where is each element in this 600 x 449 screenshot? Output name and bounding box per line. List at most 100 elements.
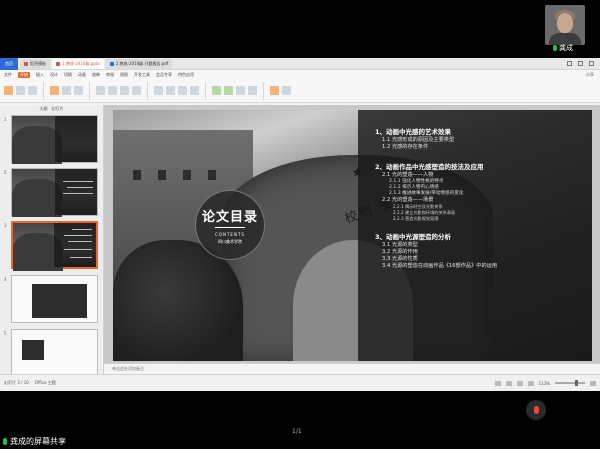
mute-button[interactable] (526, 400, 546, 420)
building-window (133, 170, 141, 180)
thumb-number: 1 (4, 117, 7, 122)
theme-name: Office 主题 (34, 380, 56, 385)
zoom-level: 113% (538, 380, 550, 386)
ribbon-divider (205, 81, 206, 100)
share-menu-button[interactable]: 分享 (586, 72, 600, 78)
thumb-line (64, 235, 92, 236)
play-icon[interactable] (527, 380, 534, 386)
slide-thumbnail[interactable] (11, 115, 98, 164)
tab-label: 2.龚成-2016级.开题报告.pdf (115, 60, 169, 66)
layout-icon[interactable] (50, 86, 59, 95)
menu-item-view[interactable]: 视图 (120, 72, 128, 78)
participant-name: 龚成 (559, 44, 573, 52)
slide-thumbnail[interactable] (11, 275, 98, 323)
thumb-panel (55, 169, 97, 215)
tab-template[interactable]: 稻壳模板 (20, 58, 50, 69)
reset-icon[interactable] (62, 86, 71, 95)
menu-item-member[interactable]: 会员专享 (156, 72, 172, 78)
page-indicator: 1/1 (292, 428, 302, 435)
slide-thumbnail[interactable] (11, 168, 98, 217)
slide-thumbnail[interactable] (11, 329, 98, 377)
align-right-icon[interactable] (178, 86, 187, 95)
zoom-slider[interactable] (555, 380, 585, 386)
menu-item-file[interactable]: 文件 (4, 72, 12, 78)
bold-icon[interactable] (96, 86, 105, 95)
title-bar: 首页 稻壳模板 1.龚成-2016级.pptx 2.龚成-2016级.开题报告.… (0, 57, 600, 70)
shape-icon[interactable] (224, 86, 233, 95)
thumbnail-pane-tabs: 大纲 幻灯片 (0, 105, 103, 112)
arrange-icon[interactable] (236, 86, 245, 95)
new-slide-icon[interactable] (4, 86, 13, 95)
menu-item-home[interactable]: 开始 (18, 71, 30, 78)
ribbon-divider (89, 81, 90, 100)
meeting-screen: 龚成 首页 稻壳模板 1.龚成-2016级.pptx 2.龚成-2016级.开题… (0, 0, 600, 449)
slide-thumbnail-pane: 大纲 幻灯片 1 2 3 4 5 (0, 105, 104, 377)
building-window (158, 170, 166, 180)
close-icon[interactable] (589, 61, 594, 66)
slide-title: 论文目录 (201, 209, 258, 225)
menu-bar: 文件 开始 插入 设计 切换 动画 放映 审阅 视图 开发工具 会员专享 特色应… (0, 70, 600, 79)
fit-window-icon[interactable] (590, 380, 596, 386)
toc-item: 1.2 光感的存在条件 (382, 143, 429, 150)
mic-on-icon (553, 45, 557, 51)
font-color-icon[interactable] (132, 86, 141, 95)
thumb-number: 3 (4, 223, 7, 228)
screen-share-label: 龚成的屏幕共享 (3, 436, 66, 447)
ribbon-divider (147, 81, 148, 100)
minimize-icon[interactable] (567, 61, 572, 66)
slide-thumbnail-selected[interactable] (11, 221, 98, 271)
mic-muted-icon (533, 406, 539, 414)
thumb-line (63, 193, 93, 194)
cut-icon[interactable] (28, 86, 37, 95)
thumb-line (68, 241, 92, 242)
menu-item-slideshow[interactable]: 放映 (92, 72, 100, 78)
ribbon-toolbar (0, 79, 600, 103)
align-center-icon[interactable] (166, 86, 175, 95)
toc-item: 3.4 光源的塑造在动画作品《16部作品》中的运用 (382, 262, 498, 269)
status-controls: 113% (494, 380, 596, 386)
menu-item-animation[interactable]: 动画 (78, 72, 86, 78)
italic-icon[interactable] (108, 86, 117, 95)
menu-item-apps[interactable]: 特色应用 (178, 72, 194, 78)
menu-item-review[interactable]: 审阅 (106, 72, 114, 78)
paste-icon[interactable] (16, 86, 25, 95)
menu-item-devtools[interactable]: 开发工具 (134, 72, 150, 78)
maximize-icon[interactable] (578, 61, 583, 66)
notes-pane[interactable]: 单击此处添加备注 (104, 363, 600, 374)
section-icon[interactable] (74, 86, 83, 95)
sorter-view-icon[interactable] (505, 380, 512, 386)
shared-window: 首页 稻壳模板 1.龚成-2016级.pptx 2.龚成-2016级.开题报告.… (0, 57, 600, 391)
tab-pdf[interactable]: 2.龚成-2016级.开题报告.pdf (105, 58, 173, 69)
menu-item-insert[interactable]: 插入 (36, 72, 44, 78)
tab-pptx[interactable]: 1.龚成-2016级.pptx (52, 58, 104, 69)
menu-item-transition[interactable]: 切换 (64, 72, 72, 78)
participant-face (557, 13, 573, 33)
underline-icon[interactable] (120, 86, 129, 95)
thumb-number: 2 (4, 170, 7, 175)
participant-video[interactable] (545, 5, 585, 45)
ppt-icon (56, 61, 60, 66)
reading-view-icon[interactable] (516, 380, 523, 386)
current-slide[interactable]: ★ 校門 學大 论文目录 CONTENTS 四川美术学院 1、动画中光感的艺术效… (113, 110, 592, 361)
normal-view-icon[interactable] (494, 380, 501, 386)
toc-item: 2.2.3 营造光影视觉氛围 (393, 215, 439, 221)
picture-icon[interactable] (270, 86, 279, 95)
tab-outline[interactable]: 大纲 (40, 106, 48, 112)
thumb-content (22, 340, 44, 360)
tab-label: 1.龚成-2016级.pptx (62, 60, 100, 66)
align-left-icon[interactable] (154, 86, 163, 95)
menu-item-design[interactable]: 设计 (50, 72, 58, 78)
school-logo: 四川美术学院 (218, 238, 242, 244)
replace-icon[interactable] (282, 86, 291, 95)
building-window (183, 170, 191, 180)
textbox-icon[interactable] (212, 86, 221, 95)
share-owner: 龚成的屏幕共享 (10, 437, 66, 446)
home-button[interactable]: 首页 (0, 57, 18, 70)
tab-slides[interactable]: 幻灯片 (52, 106, 64, 112)
notes-placeholder: 单击此处添加备注 (112, 366, 144, 371)
toc-item: 1、动画中光感的艺术效果 (375, 128, 452, 136)
list-icon[interactable] (190, 86, 199, 95)
find-icon[interactable] (248, 86, 257, 95)
toc-item: 3.3 光源的性质 (382, 255, 418, 262)
participant-label: 龚成 (553, 43, 573, 53)
